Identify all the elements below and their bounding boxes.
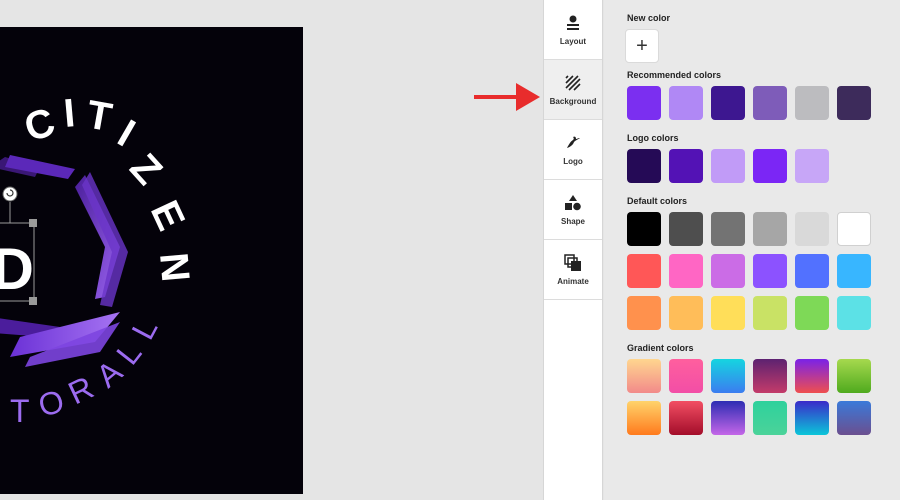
tool-logo[interactable]: Logo: [544, 120, 602, 180]
tool-label: Shape: [560, 216, 585, 226]
color-swatch[interactable]: [837, 359, 871, 393]
color-swatch[interactable]: [669, 149, 703, 183]
color-swatch[interactable]: [711, 254, 745, 288]
svg-text:I: I: [111, 112, 143, 156]
color-swatch[interactable]: [669, 212, 703, 246]
tool-shape[interactable]: Shape: [544, 180, 602, 240]
color-swatch[interactable]: [711, 86, 745, 120]
gradient-colors-title: Gradient colors: [627, 343, 694, 353]
background-icon: [565, 74, 581, 91]
monogram-text: D: [0, 237, 34, 302]
svg-text:L: L: [124, 313, 164, 346]
logo-icon: [567, 136, 580, 148]
color-panel: New color + Recommended colors Logo colo…: [604, 0, 900, 500]
color-swatch[interactable]: [753, 254, 787, 288]
color-swatch[interactable]: [837, 86, 871, 120]
color-swatch[interactable]: [627, 149, 661, 183]
color-swatch[interactable]: [627, 254, 661, 288]
svg-text:O: O: [34, 383, 67, 424]
color-swatch[interactable]: [753, 212, 787, 246]
color-swatch[interactable]: [711, 149, 745, 183]
color-swatch[interactable]: [711, 212, 745, 246]
logo-artboard[interactable]: C I T I Z E N T O R A L L D: [0, 27, 303, 494]
shape-icon: [565, 194, 581, 210]
color-swatch[interactable]: [669, 296, 703, 330]
svg-text:T: T: [83, 93, 115, 141]
tool-label: Animate: [557, 276, 589, 286]
color-swatch[interactable]: [753, 86, 787, 120]
tool-background[interactable]: Background: [544, 60, 602, 120]
color-swatch[interactable]: [753, 149, 787, 183]
color-swatch[interactable]: [753, 359, 787, 393]
new-color-title: New color: [627, 13, 671, 23]
color-swatch[interactable]: [627, 359, 661, 393]
svg-text:Z: Z: [121, 146, 170, 194]
color-swatch[interactable]: [627, 401, 661, 435]
tool-animate[interactable]: Animate: [544, 240, 602, 300]
svg-text:R: R: [63, 369, 99, 411]
red-arrow-icon: [474, 83, 540, 111]
canvas-area: C I T I Z E N T O R A L L D: [0, 0, 543, 500]
tool-label: Logo: [563, 156, 583, 166]
color-swatch[interactable]: [669, 359, 703, 393]
recommended-colors-title: Recommended colors: [627, 70, 722, 80]
color-swatch[interactable]: [627, 86, 661, 120]
svg-text:E: E: [142, 194, 193, 237]
layout-icon: [567, 15, 579, 30]
color-swatch[interactable]: [711, 401, 745, 435]
rotate-handle[interactable]: [2, 186, 18, 202]
color-swatch[interactable]: [711, 296, 745, 330]
color-swatch[interactable]: [669, 86, 703, 120]
color-swatch[interactable]: [837, 296, 871, 330]
tool-label: Layout: [559, 36, 587, 46]
color-swatch[interactable]: [669, 401, 703, 435]
color-swatch[interactable]: [795, 212, 829, 246]
color-swatch[interactable]: [627, 296, 661, 330]
color-swatch[interactable]: [753, 296, 787, 330]
color-swatch[interactable]: [669, 254, 703, 288]
tool-label: Background: [549, 96, 597, 106]
color-swatch[interactable]: [795, 254, 829, 288]
tool-layout[interactable]: Layout: [544, 0, 602, 60]
color-swatch[interactable]: [837, 254, 871, 288]
color-swatch[interactable]: [837, 212, 871, 246]
default-colors-title: Default colors: [627, 196, 688, 206]
color-swatch[interactable]: [795, 359, 829, 393]
svg-text:T: T: [10, 393, 30, 429]
color-swatch[interactable]: [627, 212, 661, 246]
logo-graphic: C I T I Z E N T O R A L L D: [0, 91, 197, 429]
svg-text:I: I: [62, 91, 77, 136]
color-swatch[interactable]: [837, 401, 871, 435]
color-swatch[interactable]: [711, 359, 745, 393]
color-swatch[interactable]: [795, 401, 829, 435]
color-swatch[interactable]: [795, 149, 829, 183]
circle-text-top-c: C: [19, 100, 60, 151]
color-swatch[interactable]: [753, 401, 787, 435]
svg-text:N: N: [151, 251, 197, 284]
add-color-button[interactable]: +: [625, 29, 659, 63]
logo-colors-title: Logo colors: [627, 133, 679, 143]
editor-toolbar: Layout Background Logo Shape Animate: [543, 0, 603, 500]
color-swatch[interactable]: [795, 296, 829, 330]
animate-icon: [564, 253, 581, 271]
color-swatch[interactable]: [795, 86, 829, 120]
